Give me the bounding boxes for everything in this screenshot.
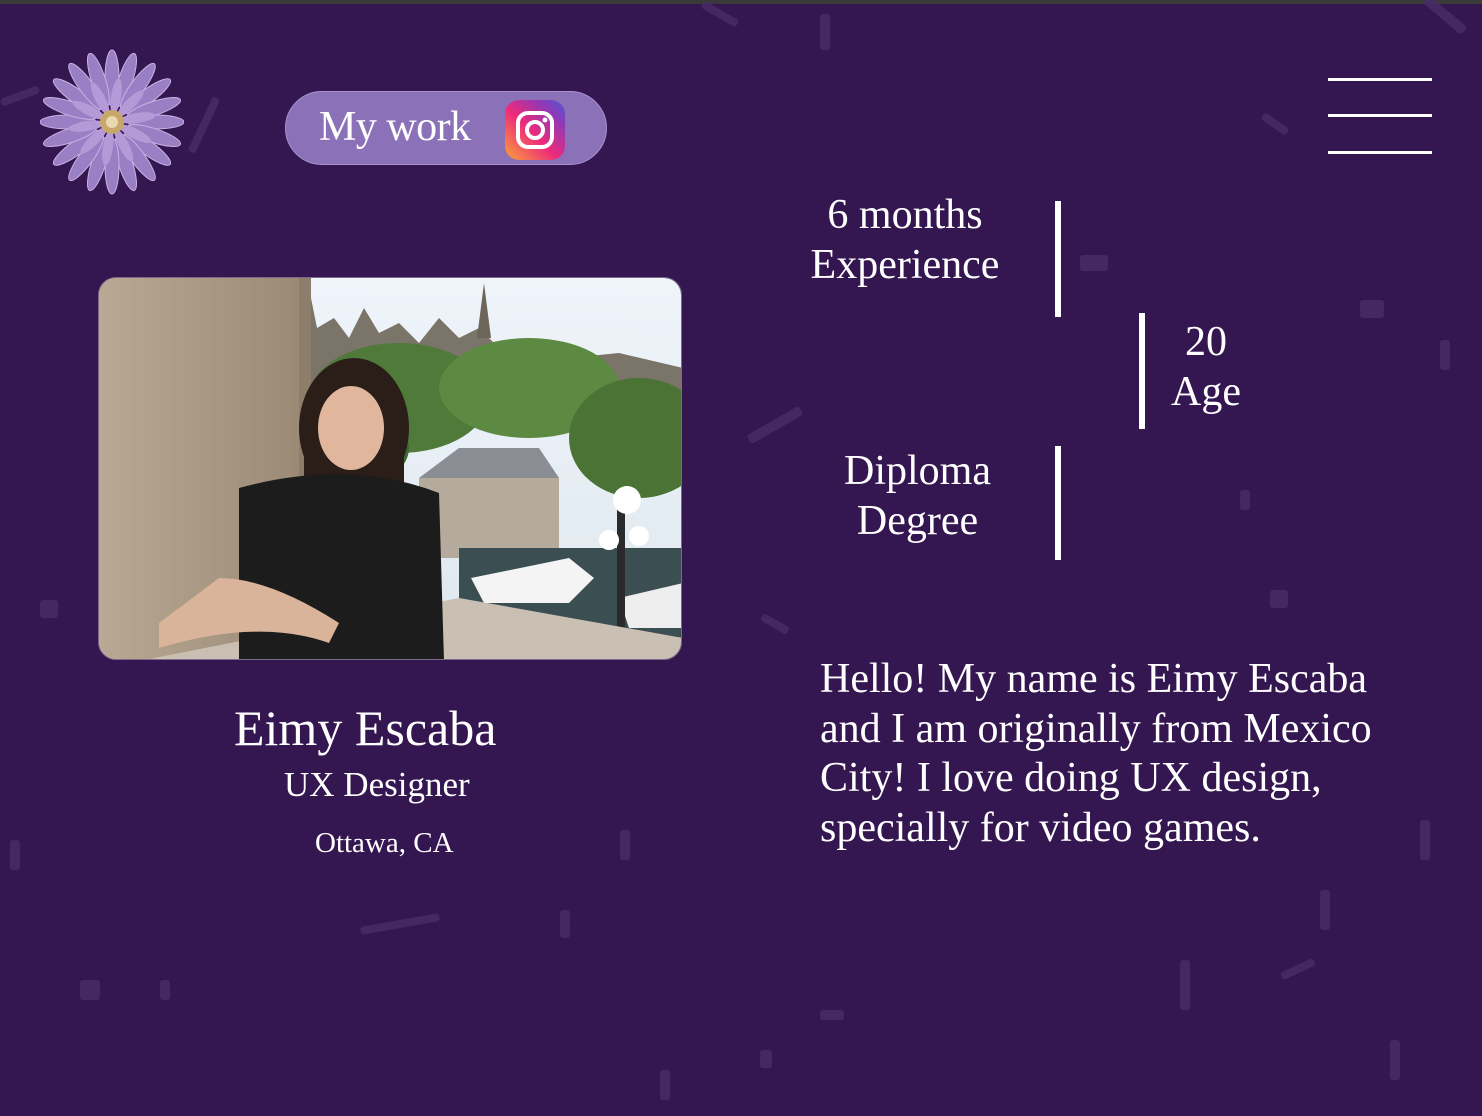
instagram-glyph bbox=[516, 111, 554, 149]
purple-flower-logo[interactable] bbox=[40, 48, 184, 196]
instagram-icon[interactable] bbox=[505, 100, 565, 160]
stat-divider bbox=[1055, 446, 1061, 560]
stat-age-value: 20 bbox=[1185, 319, 1227, 365]
menu-bar-bottom bbox=[1328, 151, 1432, 154]
stat-degree: Diploma Degree bbox=[830, 446, 1005, 546]
my-work-button[interactable]: My work bbox=[285, 91, 607, 165]
profile-location: Ottawa, CA bbox=[315, 827, 454, 859]
stat-degree-value: Diploma bbox=[844, 448, 991, 494]
profile-photo bbox=[98, 277, 682, 660]
bio-text: Hello! My name is Eimy Escaba and I am o… bbox=[820, 656, 1372, 851]
stat-experience-label: Experience bbox=[810, 242, 1000, 288]
menu-bar-middle bbox=[1328, 114, 1432, 117]
stat-age-label: Age bbox=[1171, 369, 1241, 415]
profile-photo-image bbox=[99, 278, 681, 659]
stat-age: 20 Age bbox=[1160, 317, 1252, 417]
stat-experience: 6 months Experience bbox=[800, 190, 1010, 290]
stat-degree-label: Degree bbox=[856, 498, 979, 544]
window-top-border bbox=[0, 0, 1482, 4]
stat-divider bbox=[1139, 313, 1145, 429]
my-work-label: My work bbox=[319, 104, 471, 150]
menu-bar-top bbox=[1328, 78, 1432, 81]
stat-divider bbox=[1055, 201, 1061, 317]
hamburger-menu-icon[interactable] bbox=[1328, 76, 1432, 156]
stat-experience-value: 6 months bbox=[827, 192, 983, 238]
profile-name: Eimy Escaba bbox=[234, 700, 497, 756]
profile-role: UX Designer bbox=[284, 765, 470, 804]
